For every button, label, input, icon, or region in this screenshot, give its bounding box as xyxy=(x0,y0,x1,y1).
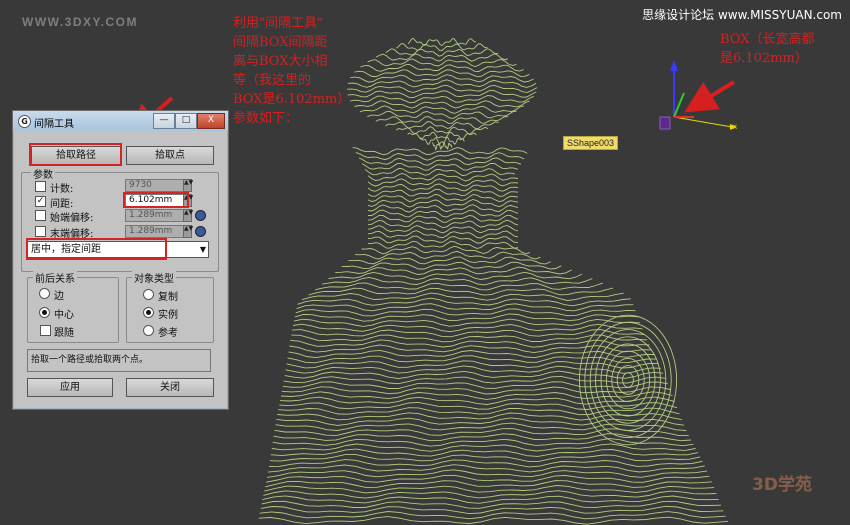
end-offset-spinner[interactable]: 1.289mm xyxy=(125,225,186,238)
spacing-tool-dialog: G 间隔工具 — □ X 拾取路径 拾取点 参数 计数: 9730 ▲▼ ✓ 间… xyxy=(12,110,229,410)
pick-path-button[interactable]: 拾取路径 xyxy=(31,146,121,165)
spacing-checkbox[interactable]: ✓ xyxy=(35,196,46,207)
spacing-mode-dropdown[interactable]: 居中，指定间距 ▼ xyxy=(27,241,209,258)
end-offset-label: 末端偏移: xyxy=(50,229,94,240)
follow-label: 跟随 xyxy=(54,328,74,339)
count-checkbox[interactable] xyxy=(35,181,46,192)
object-instance-label: 实例 xyxy=(158,310,178,321)
context-edge-label: 边 xyxy=(54,291,64,302)
chevron-down-icon: ▼ xyxy=(199,245,206,254)
spacing-mode-value: 居中，指定间距 xyxy=(31,244,101,255)
count-spinner[interactable]: 9730 xyxy=(125,179,186,192)
dialog-title: 间隔工具 xyxy=(34,119,74,130)
object-copy-label: 复制 xyxy=(158,292,178,303)
start-offset-label: 始端偏移: xyxy=(50,213,94,224)
start-offset-spinner-arrows[interactable]: ▲▼ xyxy=(183,209,193,222)
object-reference-label: 参考 xyxy=(158,328,178,339)
context-center-label: 中心 xyxy=(54,310,74,321)
context-center-radio[interactable] xyxy=(39,307,50,318)
end-offset-checkbox[interactable] xyxy=(35,226,46,237)
dialog-titlebar[interactable]: G 间隔工具 — □ X xyxy=(13,111,228,131)
close-button[interactable]: 关闭 xyxy=(126,378,214,397)
count-label: 计数: xyxy=(50,184,74,195)
maximize-button[interactable]: □ xyxy=(175,113,197,129)
close-window-button[interactable]: X xyxy=(197,113,225,129)
spacing-label: 间距: xyxy=(50,199,74,210)
object-instance-radio[interactable] xyxy=(143,307,154,318)
count-spinner-arrows[interactable]: ▲▼ xyxy=(183,179,193,192)
object-copy-radio[interactable] xyxy=(143,289,154,300)
start-offset-checkbox[interactable] xyxy=(35,210,46,221)
start-offset-spinner[interactable]: 1.289mm xyxy=(125,209,186,222)
apply-button[interactable]: 应用 xyxy=(27,378,113,397)
status-prompt: 拾取一个路径或拾取两个点。 xyxy=(27,349,211,372)
params-group-label: 参数 xyxy=(31,166,55,181)
follow-checkbox[interactable] xyxy=(40,325,51,336)
end-offset-lock-icon[interactable] xyxy=(195,226,206,237)
context-edge-radio[interactable] xyxy=(39,288,50,299)
app-icon: G xyxy=(18,115,31,128)
start-offset-lock-icon[interactable] xyxy=(195,210,206,221)
spacing-spinner-arrows[interactable]: ▲▼ xyxy=(183,194,193,207)
object-type-group-label: 对象类型 xyxy=(132,270,176,285)
context-group-label: 前后关系 xyxy=(33,270,77,285)
object-reference-radio[interactable] xyxy=(143,325,154,336)
end-offset-spinner-arrows[interactable]: ▲▼ xyxy=(183,225,193,238)
pick-points-button[interactable]: 拾取点 xyxy=(126,146,214,165)
minimize-button[interactable]: — xyxy=(153,113,175,129)
spacing-spinner[interactable]: 6.102mm xyxy=(125,194,186,207)
